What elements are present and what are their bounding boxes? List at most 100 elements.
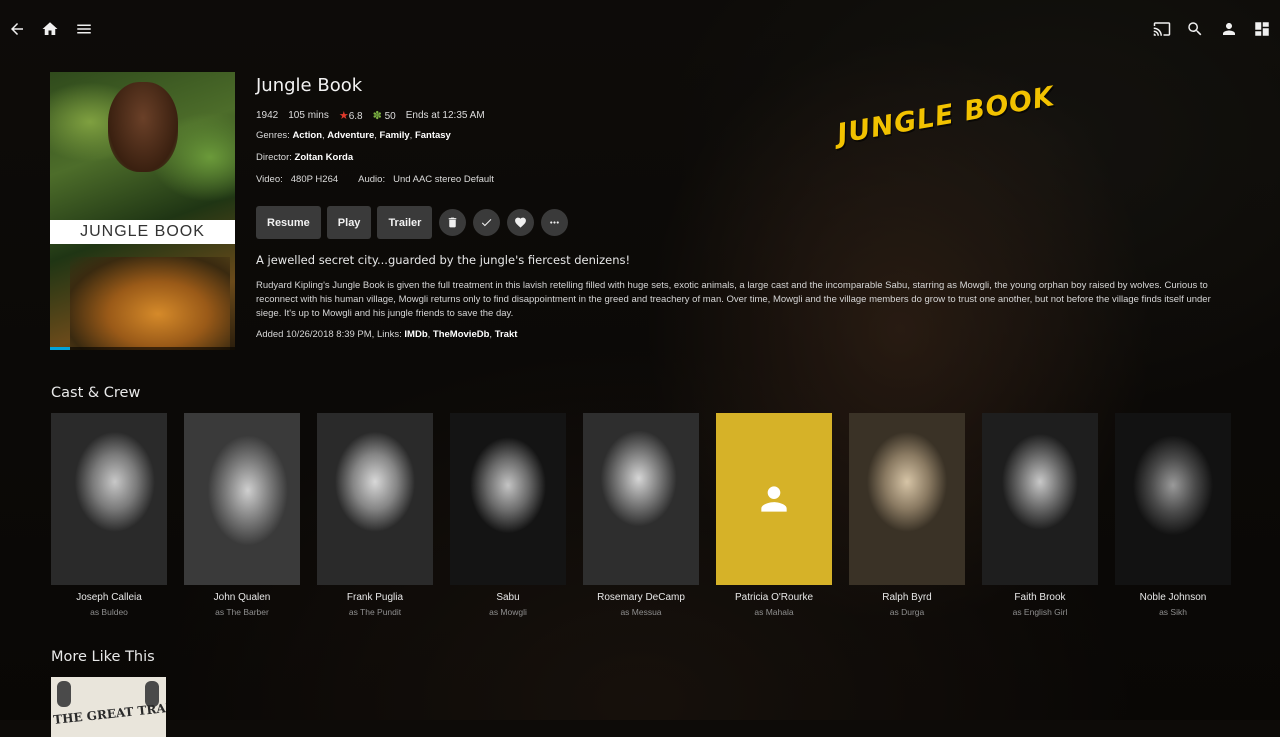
top-bar: [0, 0, 1280, 58]
genres-line: Genres: Action, Adventure, Family, Fanta…: [256, 130, 451, 141]
runtime: 105 mins: [288, 109, 329, 121]
cast-card[interactable]: Sabu as Mowgli: [450, 413, 566, 623]
menu-button[interactable]: [69, 14, 99, 44]
cast-card[interactable]: Patricia O'Rourke as Mahala: [716, 413, 832, 623]
cast-card[interactable]: Frank Puglia as The Pundit: [317, 413, 433, 623]
cast-section-title: Cast & Crew: [51, 385, 141, 401]
more-button[interactable]: [541, 209, 569, 236]
genres-label: Genres:: [256, 130, 290, 141]
delete-button[interactable]: [439, 209, 467, 236]
person-placeholder-icon: [761, 486, 787, 512]
audio-value: Und AAC stereo Default: [393, 174, 494, 185]
cast-name: Frank Puglia: [346, 592, 404, 603]
page-title: Jungle Book: [256, 75, 363, 96]
cast-photo: [583, 413, 699, 585]
cast-name: Ralph Byrd: [882, 592, 932, 603]
imdb-link[interactable]: IMDb: [404, 329, 427, 340]
cast-photo-placeholder: [716, 413, 832, 585]
cast-photo: [317, 413, 433, 585]
cast-role: as Buldeo: [90, 607, 128, 617]
poster-title: JUNGLE BOOK: [50, 220, 235, 244]
meta-row: 1942 105 mins ★6.8 ✽ 50 Ends at 12:35 AM: [256, 108, 1236, 122]
home-icon: [42, 22, 58, 35]
tagline: A jewelled secret city...guarded by the …: [256, 253, 631, 267]
cast-role: as The Pundit: [348, 607, 402, 617]
year: 1942: [256, 109, 279, 121]
cast-card[interactable]: Ralph Byrd as Durga: [849, 413, 965, 623]
cast-photo: [982, 413, 1098, 585]
heart-icon: [515, 217, 527, 228]
cast-role: as Mahala: [754, 607, 794, 617]
audio-label: Audio:: [358, 174, 386, 185]
more-like-this-title: More Like This: [51, 649, 155, 665]
cast-role: as English Girl: [1012, 607, 1068, 617]
trash-icon: [449, 217, 457, 228]
poster-tiger: [70, 257, 230, 350]
genre-link[interactable]: Family: [380, 130, 410, 141]
cast-button[interactable]: [1147, 14, 1177, 44]
genre-link[interactable]: Adventure: [327, 130, 374, 141]
more-icon: [550, 221, 560, 224]
back-arrow-icon: [11, 23, 23, 35]
similar-item-title: THE GREAT TRAIL: [52, 699, 166, 727]
search-icon: [1188, 22, 1202, 36]
critic-rating: ✽ 50: [372, 109, 396, 122]
watch-progress-bar: [50, 347, 235, 350]
cast-name: Joseph Calleia: [76, 592, 142, 603]
cast-card[interactable]: Faith Brook as English Girl: [982, 413, 1098, 623]
cast-name: Sabu: [496, 592, 520, 603]
cast-role: as Sikh: [1159, 607, 1187, 617]
director-line: Director: Zoltan Korda: [256, 152, 1236, 166]
cast-card[interactable]: John Qualen as The Barber: [184, 413, 300, 623]
details-panel: Jungle Book 1942 105 mins ★6.8 ✽ 50 Ends…: [256, 72, 1236, 340]
cast-photo: [51, 413, 167, 585]
star-icon: ★: [338, 109, 349, 122]
cast-card[interactable]: Joseph Calleia as Buldeo: [51, 413, 167, 623]
cast-role: as Messua: [620, 607, 662, 617]
video-label: Video:: [256, 174, 283, 185]
dashboard-button[interactable]: [1247, 14, 1277, 44]
community-rating: ★6.8: [338, 109, 363, 122]
added-line: Added 10/26/2018 8:39 PM, Links: IMDb, T…: [256, 329, 518, 340]
resume-button[interactable]: Resume: [256, 206, 321, 239]
search-button[interactable]: [1180, 14, 1210, 44]
back-button[interactable]: [2, 14, 32, 44]
dashboard-icon: [1255, 22, 1269, 36]
watch-progress-fill: [50, 347, 71, 350]
cast-photo: [450, 413, 566, 585]
cast-photo: [1115, 413, 1231, 585]
cast-name: Noble Johnson: [1139, 592, 1207, 603]
favorite-button[interactable]: [507, 209, 535, 236]
video-value: 480P H264: [290, 174, 339, 185]
trakt-link[interactable]: Trakt: [495, 329, 518, 340]
genre-link[interactable]: Action: [292, 130, 322, 141]
home-button[interactable]: [35, 14, 65, 44]
overview: Rudyard Kipling's Jungle Book is given t…: [256, 280, 1211, 319]
director-link[interactable]: Zoltan Korda: [295, 152, 354, 163]
cast-role: as Mowgli: [489, 607, 527, 617]
cast-photo: [184, 413, 300, 585]
movie-poster[interactable]: JUNGLE BOOK: [50, 72, 235, 350]
user-icon: [1223, 23, 1235, 35]
director-label: Director:: [256, 152, 292, 163]
added-text: Added 10/26/2018 8:39 PM, Links:: [256, 329, 402, 340]
cast-name: Patricia O'Rourke: [734, 592, 814, 603]
check-icon: [482, 219, 492, 227]
user-button[interactable]: [1214, 14, 1244, 44]
cast-icon: [1153, 22, 1171, 36]
tmdb-link[interactable]: TheMovieDb: [433, 329, 489, 340]
tomato-icon: ✽: [372, 109, 382, 122]
genre-link[interactable]: Fantasy: [415, 130, 451, 141]
poster-figure: [108, 82, 178, 172]
cast-name: Faith Brook: [1014, 592, 1066, 603]
cast-photo: [849, 413, 965, 585]
cast-card[interactable]: Noble Johnson as Sikh: [1115, 413, 1231, 623]
cast-list: Joseph Calleia as Buldeo John Qualen as …: [51, 413, 1251, 623]
cast-name: Rosemary DeCamp: [597, 592, 685, 603]
play-button[interactable]: Play: [326, 206, 372, 239]
trailer-button[interactable]: Trailer: [377, 206, 433, 239]
mark-played-button[interactable]: [473, 209, 501, 236]
cast-name: John Qualen: [213, 592, 271, 603]
similar-item-poster[interactable]: THE GREAT TRAIL: [51, 677, 166, 737]
cast-card[interactable]: Rosemary DeCamp as Messua: [583, 413, 699, 623]
